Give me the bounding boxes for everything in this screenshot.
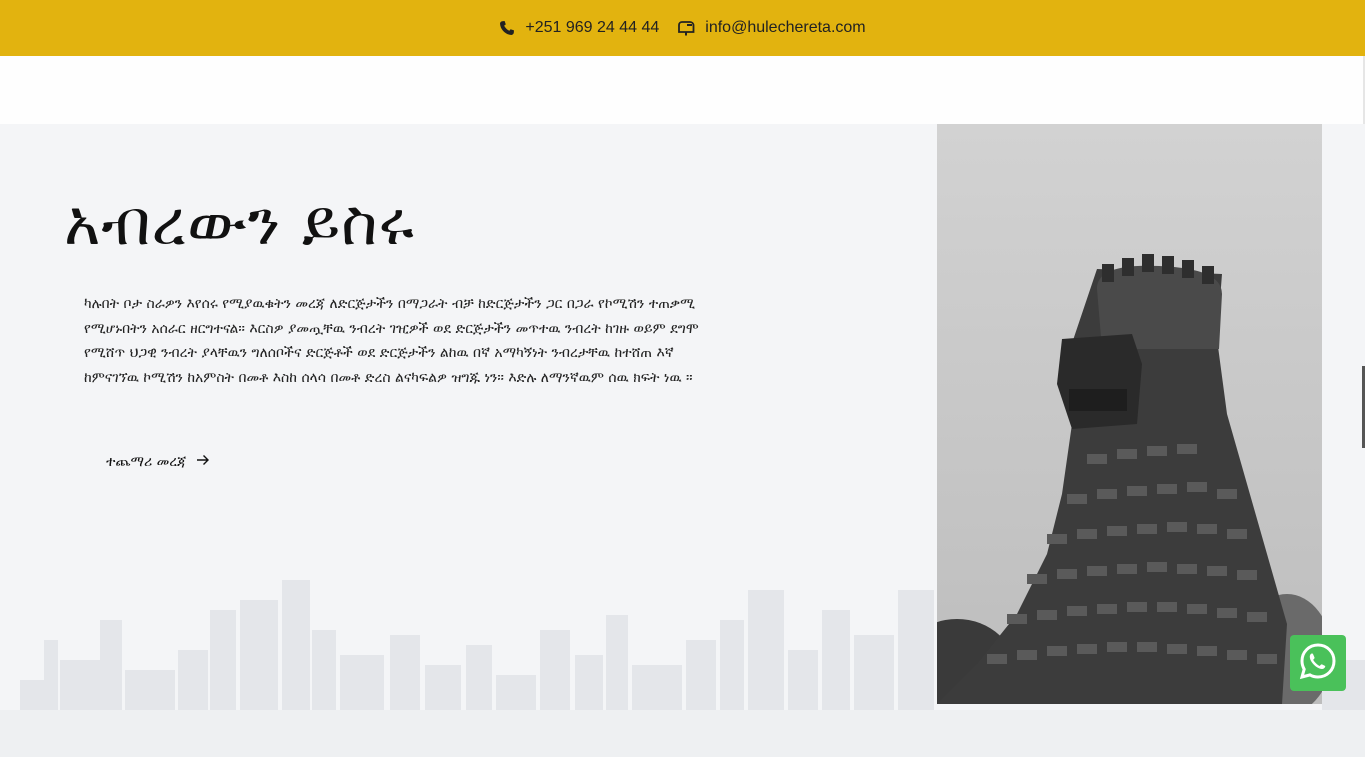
phone-contact[interactable]: +251 969 24 44 44 <box>499 19 659 37</box>
mailbox-icon <box>677 20 695 36</box>
header-strip <box>0 56 1365 124</box>
top-contact-bar: +251 969 24 44 44 info@hulechereta.com <box>0 0 1365 56</box>
hero-description: ካሉበት ቦታ ስራዎን እየሰሩ የሚያዉቁትን መረጃ ለድርጅታችን በማ… <box>84 296 699 386</box>
phone-icon <box>499 20 515 36</box>
phone-number[interactable]: +251 969 24 44 44 <box>525 19 659 37</box>
page-title: አብረውን ይስሩ <box>64 186 415 259</box>
whatsapp-icon <box>1298 641 1338 685</box>
email-address[interactable]: info@hulechereta.com <box>705 19 865 37</box>
more-info-link[interactable]: ተጨማሪ መረጃ <box>106 454 210 470</box>
more-info-label: ተጨማሪ መረጃ <box>106 454 187 470</box>
lion-statue-image <box>937 124 1322 704</box>
email-contact[interactable]: info@hulechereta.com <box>677 19 866 37</box>
arrow-right-icon <box>196 454 210 470</box>
whatsapp-button[interactable] <box>1290 635 1346 691</box>
